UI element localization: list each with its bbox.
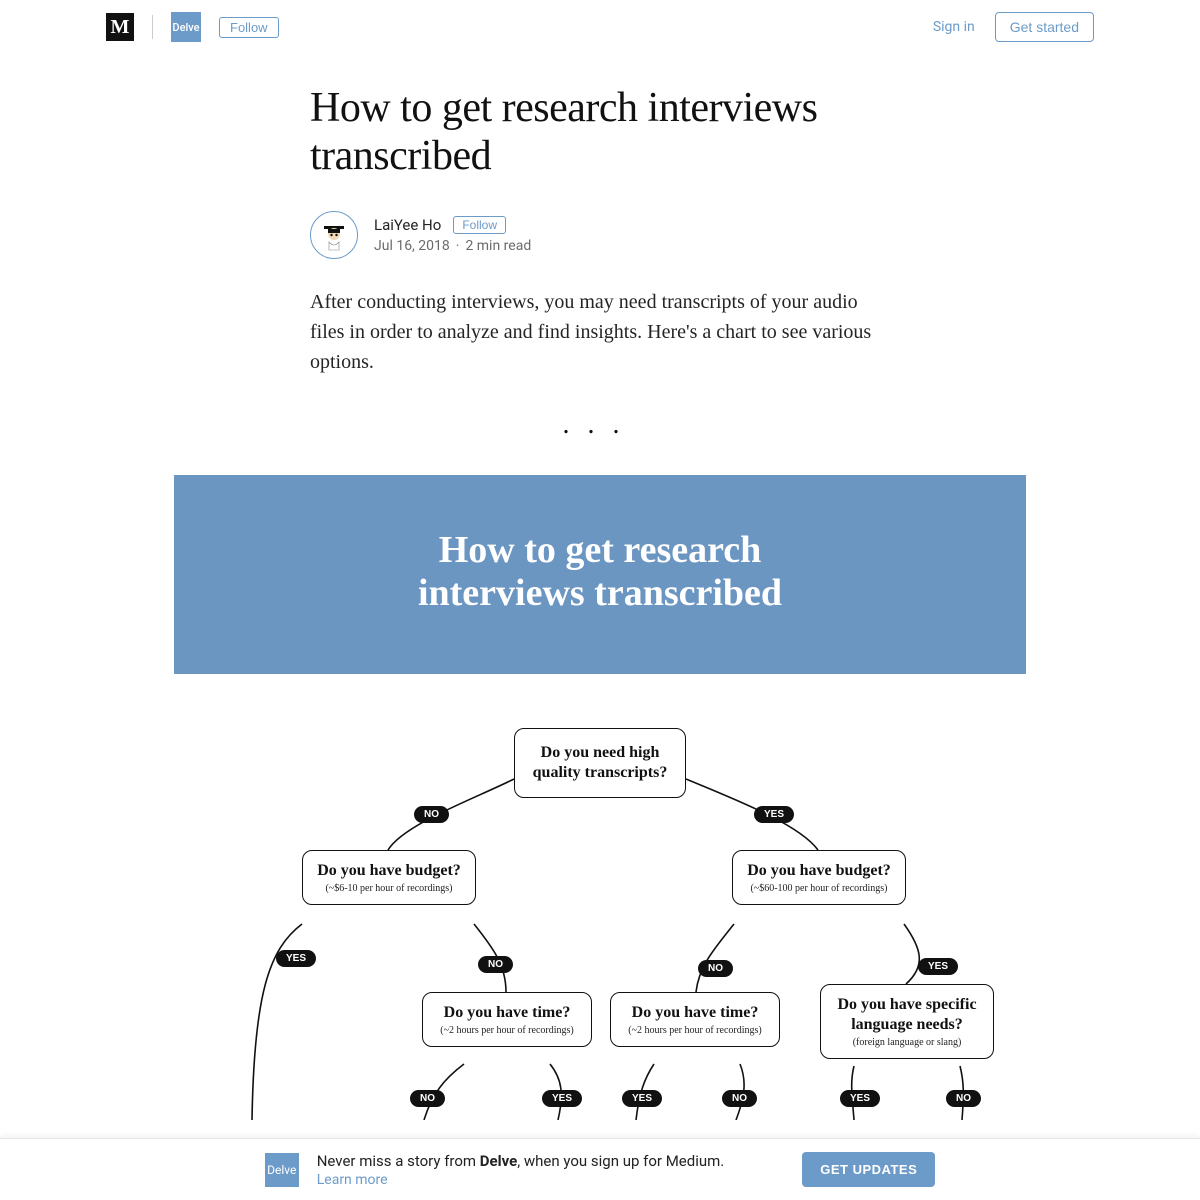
figure-body: Do you need high quality transcripts? NO…: [174, 674, 1026, 1120]
header-left: M Delve Follow: [106, 12, 279, 42]
author-avatar-icon[interactable]: [310, 211, 358, 259]
flowchart-budget-high-sub: (~$60-100 per hour of recordings): [745, 883, 893, 894]
article: How to get research interviews transcrib…: [260, 84, 940, 441]
flowchart-time-mid-question: Do you have time?: [623, 1003, 767, 1023]
learn-more-link[interactable]: Learn more: [317, 1172, 725, 1188]
article-body: After conducting interviews, you may nee…: [310, 287, 890, 377]
header-divider: [152, 15, 153, 39]
flowchart-pill-no: NO: [946, 1090, 981, 1107]
flowchart-budget-low-question: Do you have budget?: [315, 861, 463, 881]
get-started-button[interactable]: Get started: [995, 12, 1094, 42]
intro-paragraph: After conducting interviews, you may nee…: [310, 287, 890, 377]
flowchart-pill-yes: YES: [622, 1090, 662, 1107]
flowchart-time-left-sub: (~2 hours per hour of recordings): [435, 1025, 579, 1036]
flowchart-pill-yes: YES: [918, 958, 958, 975]
flowchart-node-time-mid: Do you have time? (~2 hours per hour of …: [610, 992, 780, 1047]
flowchart-pill-yes: YES: [542, 1090, 582, 1107]
header-right: Sign in Get started: [933, 12, 1094, 42]
figure-title-line1: How to get research: [439, 529, 762, 571]
flowchart-figure: How to get research interviews transcrib…: [174, 475, 1026, 1120]
banner-suffix: , when you sign up for Medium.: [517, 1152, 724, 1170]
flowchart-pill-yes: YES: [276, 950, 316, 967]
flowchart-pill-yes: YES: [840, 1090, 880, 1107]
follow-author-button[interactable]: Follow: [453, 216, 506, 234]
banner-publication-logo-icon[interactable]: Delve: [265, 1153, 299, 1187]
flowchart-pill-yes: YES: [754, 806, 794, 823]
flowchart-time-mid-sub: (~2 hours per hour of recordings): [623, 1025, 767, 1036]
banner-publication-name: Delve: [480, 1152, 517, 1170]
flowchart-budget-high-question: Do you have budget?: [745, 861, 893, 881]
banner-text-block: Never miss a story from Delve, when you …: [317, 1151, 725, 1187]
section-separator-icon: ...: [310, 409, 890, 441]
flowchart-pill-no: NO: [722, 1090, 757, 1107]
figure-header: How to get research interviews transcrib…: [174, 475, 1026, 674]
byline: LaiYee Ho Follow Jul 16, 2018 · 2 min re…: [310, 211, 890, 259]
article-title: How to get research interviews transcrib…: [310, 84, 890, 181]
flowchart-budget-low-sub: (~$6-10 per hour of recordings): [315, 883, 463, 894]
figure-title-line2: interviews transcribed: [418, 572, 782, 614]
byline-text: LaiYee Ho Follow Jul 16, 2018 · 2 min re…: [374, 216, 531, 254]
medium-logo-icon[interactable]: M: [106, 13, 134, 41]
flowchart-language-sub: (foreign language or slang): [833, 1037, 981, 1048]
flowchart-node-root: Do you need high quality transcripts?: [514, 728, 686, 798]
flowchart-node-budget-low: Do you have budget? (~$6-10 per hour of …: [302, 850, 476, 905]
figure-title: How to get research interviews transcrib…: [194, 529, 1006, 616]
flowchart-root-question: Do you need high quality transcripts?: [525, 743, 675, 783]
get-updates-button[interactable]: GET UPDATES: [802, 1152, 935, 1187]
banner-text: Never miss a story from Delve, when you …: [317, 1152, 725, 1170]
read-time: 2 min read: [465, 238, 531, 254]
byline-top: LaiYee Ho Follow: [374, 216, 531, 234]
author-name[interactable]: LaiYee Ho: [374, 216, 441, 234]
publication-logo-icon[interactable]: Delve: [171, 12, 201, 42]
flowchart-node-time-left: Do you have time? (~2 hours per hour of …: [422, 992, 592, 1047]
byline-meta: Jul 16, 2018 · 2 min read: [374, 238, 531, 254]
signin-link[interactable]: Sign in: [933, 19, 975, 35]
site-header: M Delve Follow Sign in Get started: [0, 0, 1200, 54]
flowchart-node-budget-high: Do you have budget? (~$60-100 per hour o…: [732, 850, 906, 905]
signup-banner: Delve Never miss a story from Delve, whe…: [0, 1138, 1200, 1200]
flowchart-node-language: Do you have specific language needs? (fo…: [820, 984, 994, 1059]
flowchart-pill-no: NO: [414, 806, 449, 823]
meta-separator: ·: [456, 238, 460, 254]
follow-publication-button[interactable]: Follow: [219, 17, 279, 38]
flowchart-language-question: Do you have specific language needs?: [833, 995, 981, 1035]
flowchart-time-left-question: Do you have time?: [435, 1003, 579, 1023]
flowchart-pill-no: NO: [410, 1090, 445, 1107]
banner-prefix: Never miss a story from: [317, 1152, 480, 1170]
flowchart-pill-no: NO: [698, 960, 733, 977]
flowchart-pill-no: NO: [478, 956, 513, 973]
publish-date: Jul 16, 2018: [374, 238, 450, 254]
